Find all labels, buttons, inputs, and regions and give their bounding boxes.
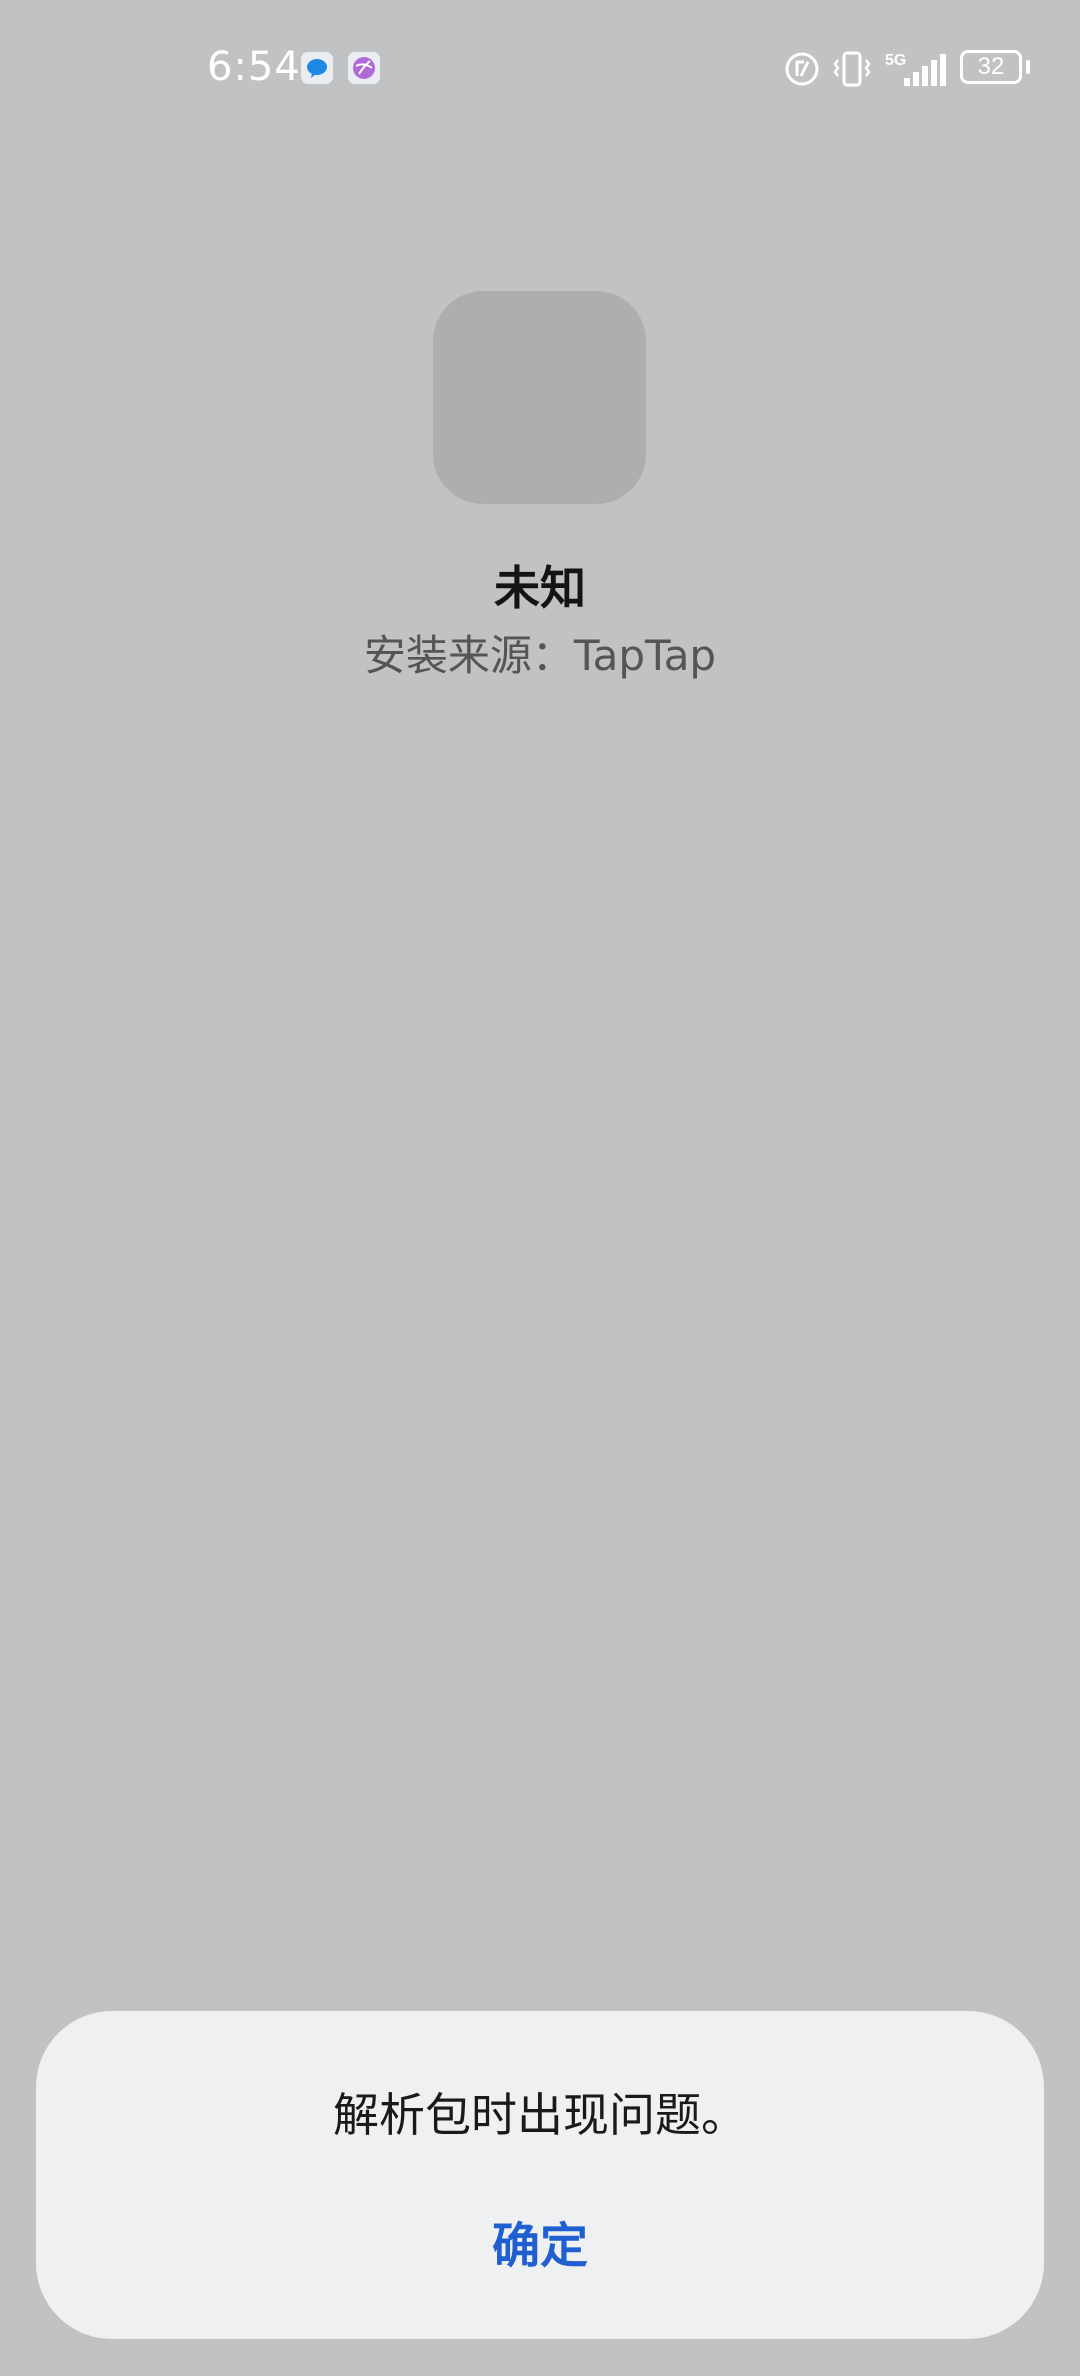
nfc-icon [784,48,820,90]
confirm-button[interactable]: 确定 [390,2186,690,2296]
network-label: 5G [885,52,906,69]
error-dialog: 解析包时出现问题。 确定 [36,2011,1044,2339]
vibrate-icon [832,48,872,90]
status-bar: 6:54 5G 32 [0,0,1080,140]
battery-level: 32 [977,53,1005,80]
app-notification-icon [348,52,380,84]
5g-signal-icon: 5G [884,48,948,90]
app-placeholder-icon [433,291,646,504]
app-name: 未知 [494,561,586,615]
dialog-message: 解析包时出现问题。 [333,2088,747,2142]
message-icon [301,52,333,84]
battery-tip [1026,60,1030,74]
status-time: 6:54 [207,44,301,90]
battery-indicator: 32 [960,50,1022,84]
install-source: 安装来源：TapTap [363,631,717,680]
